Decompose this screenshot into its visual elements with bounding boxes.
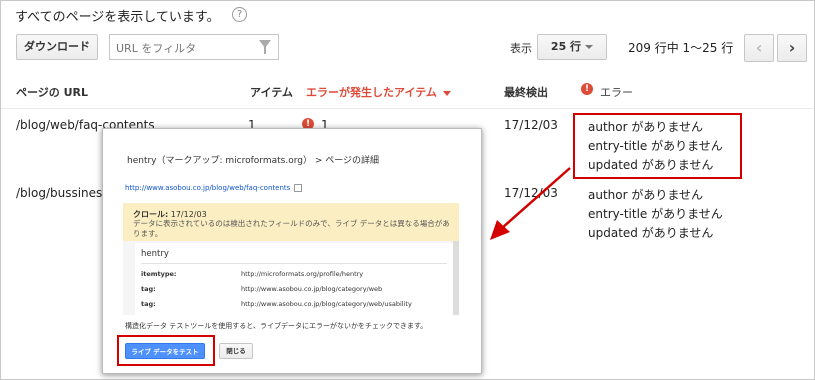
row-error-list: author がありません entry-title がありません updated… bbox=[588, 186, 723, 243]
download-button[interactable]: ダウンロード bbox=[16, 34, 98, 60]
page-details-dialog: hentry（マークアップ: microformats.org） > ページの詳… bbox=[102, 128, 482, 374]
pagination-status: 209 行中 1〜25 行 bbox=[628, 41, 734, 55]
highlight-box bbox=[573, 113, 742, 179]
row-url[interactable]: /blog/bussines bbox=[16, 186, 102, 200]
filter-icon[interactable] bbox=[259, 40, 271, 54]
page-link-label[interactable]: http://www.asobou.co.jp/blog/web/faq-con… bbox=[125, 184, 290, 192]
close-button[interactable]: 閉じる bbox=[219, 343, 253, 359]
rows-per-page-value: 25 行 bbox=[550, 40, 582, 53]
column-header-url[interactable]: ページの URL bbox=[16, 84, 88, 100]
detail-scrollbar[interactable] bbox=[453, 241, 459, 315]
url-filter-box[interactable] bbox=[109, 34, 279, 60]
annotation-arrow bbox=[490, 167, 571, 240]
page-heading: すべてのページを表示しています。 bbox=[15, 10, 220, 25]
error-icon: ! bbox=[581, 83, 593, 95]
rows-per-page-select[interactable]: 25 行 bbox=[537, 34, 607, 60]
field-value: http://microformats.org/profile/hentry bbox=[241, 270, 364, 278]
column-header-last-detected[interactable]: 最終検出 bbox=[504, 84, 548, 100]
error-item: entry-title がありません bbox=[588, 207, 723, 221]
sort-desc-icon bbox=[442, 90, 451, 96]
item-type-title: hentry bbox=[141, 249, 169, 259]
chevron-down-icon bbox=[585, 45, 594, 49]
testing-tool-note: 構造化データ テストツールを使用すると、ライブデータにエラーがないかをチェックで… bbox=[125, 322, 428, 330]
column-header-items[interactable]: アイテム bbox=[250, 84, 293, 100]
column-header-error-items[interactable]: エラーが発生したアイテム bbox=[306, 84, 451, 100]
crawl-note: データに表示されているのは検出されたフィールドのみで、ライブ データとは異なる場… bbox=[133, 219, 450, 238]
field-key: itemtype: bbox=[141, 270, 177, 278]
row-last-detected: 17/12/03 bbox=[504, 118, 558, 132]
highlight-box bbox=[117, 335, 215, 366]
field-key: tag: bbox=[141, 300, 156, 308]
rows-show-label: 表示 bbox=[510, 42, 532, 55]
dialog-title: hentry（マークアップ: microformats.org） > ページの詳… bbox=[127, 156, 380, 166]
error-item: updated がありません bbox=[588, 226, 714, 240]
header-divider bbox=[1, 108, 813, 109]
field-key: tag: bbox=[141, 285, 156, 293]
field-value: http://www.asobou.co.jp/blog/category/we… bbox=[241, 300, 412, 308]
item-detail-content: hentry itemtype: http://microformats.org… bbox=[135, 243, 453, 315]
item-detail-panel: hentry itemtype: http://microformats.org… bbox=[123, 241, 459, 315]
url-filter-input[interactable] bbox=[114, 36, 253, 60]
error-item: author がありません bbox=[588, 188, 703, 202]
crawl-info-box: クロール: 17/12/03 データに表示されているのは検出されたフィールドのみ… bbox=[123, 203, 459, 241]
prev-page-button[interactable]: ‹ bbox=[744, 34, 774, 62]
column-header-error-items-label: エラーが発生したアイテム bbox=[306, 86, 437, 99]
crawl-date: 17/12/03 bbox=[170, 210, 207, 219]
column-header-errors[interactable]: エラー bbox=[600, 84, 633, 100]
field-value: http://www.asobou.co.jp/blog/category/we… bbox=[241, 285, 383, 293]
help-icon[interactable]: ? bbox=[232, 7, 247, 22]
detail-divider bbox=[141, 263, 447, 264]
crawl-label: クロール: bbox=[133, 210, 169, 219]
external-link-icon[interactable] bbox=[294, 184, 303, 192]
page-link[interactable]: http://www.asobou.co.jp/blog/web/faq-con… bbox=[125, 184, 303, 192]
next-page-button[interactable]: › bbox=[777, 34, 807, 62]
